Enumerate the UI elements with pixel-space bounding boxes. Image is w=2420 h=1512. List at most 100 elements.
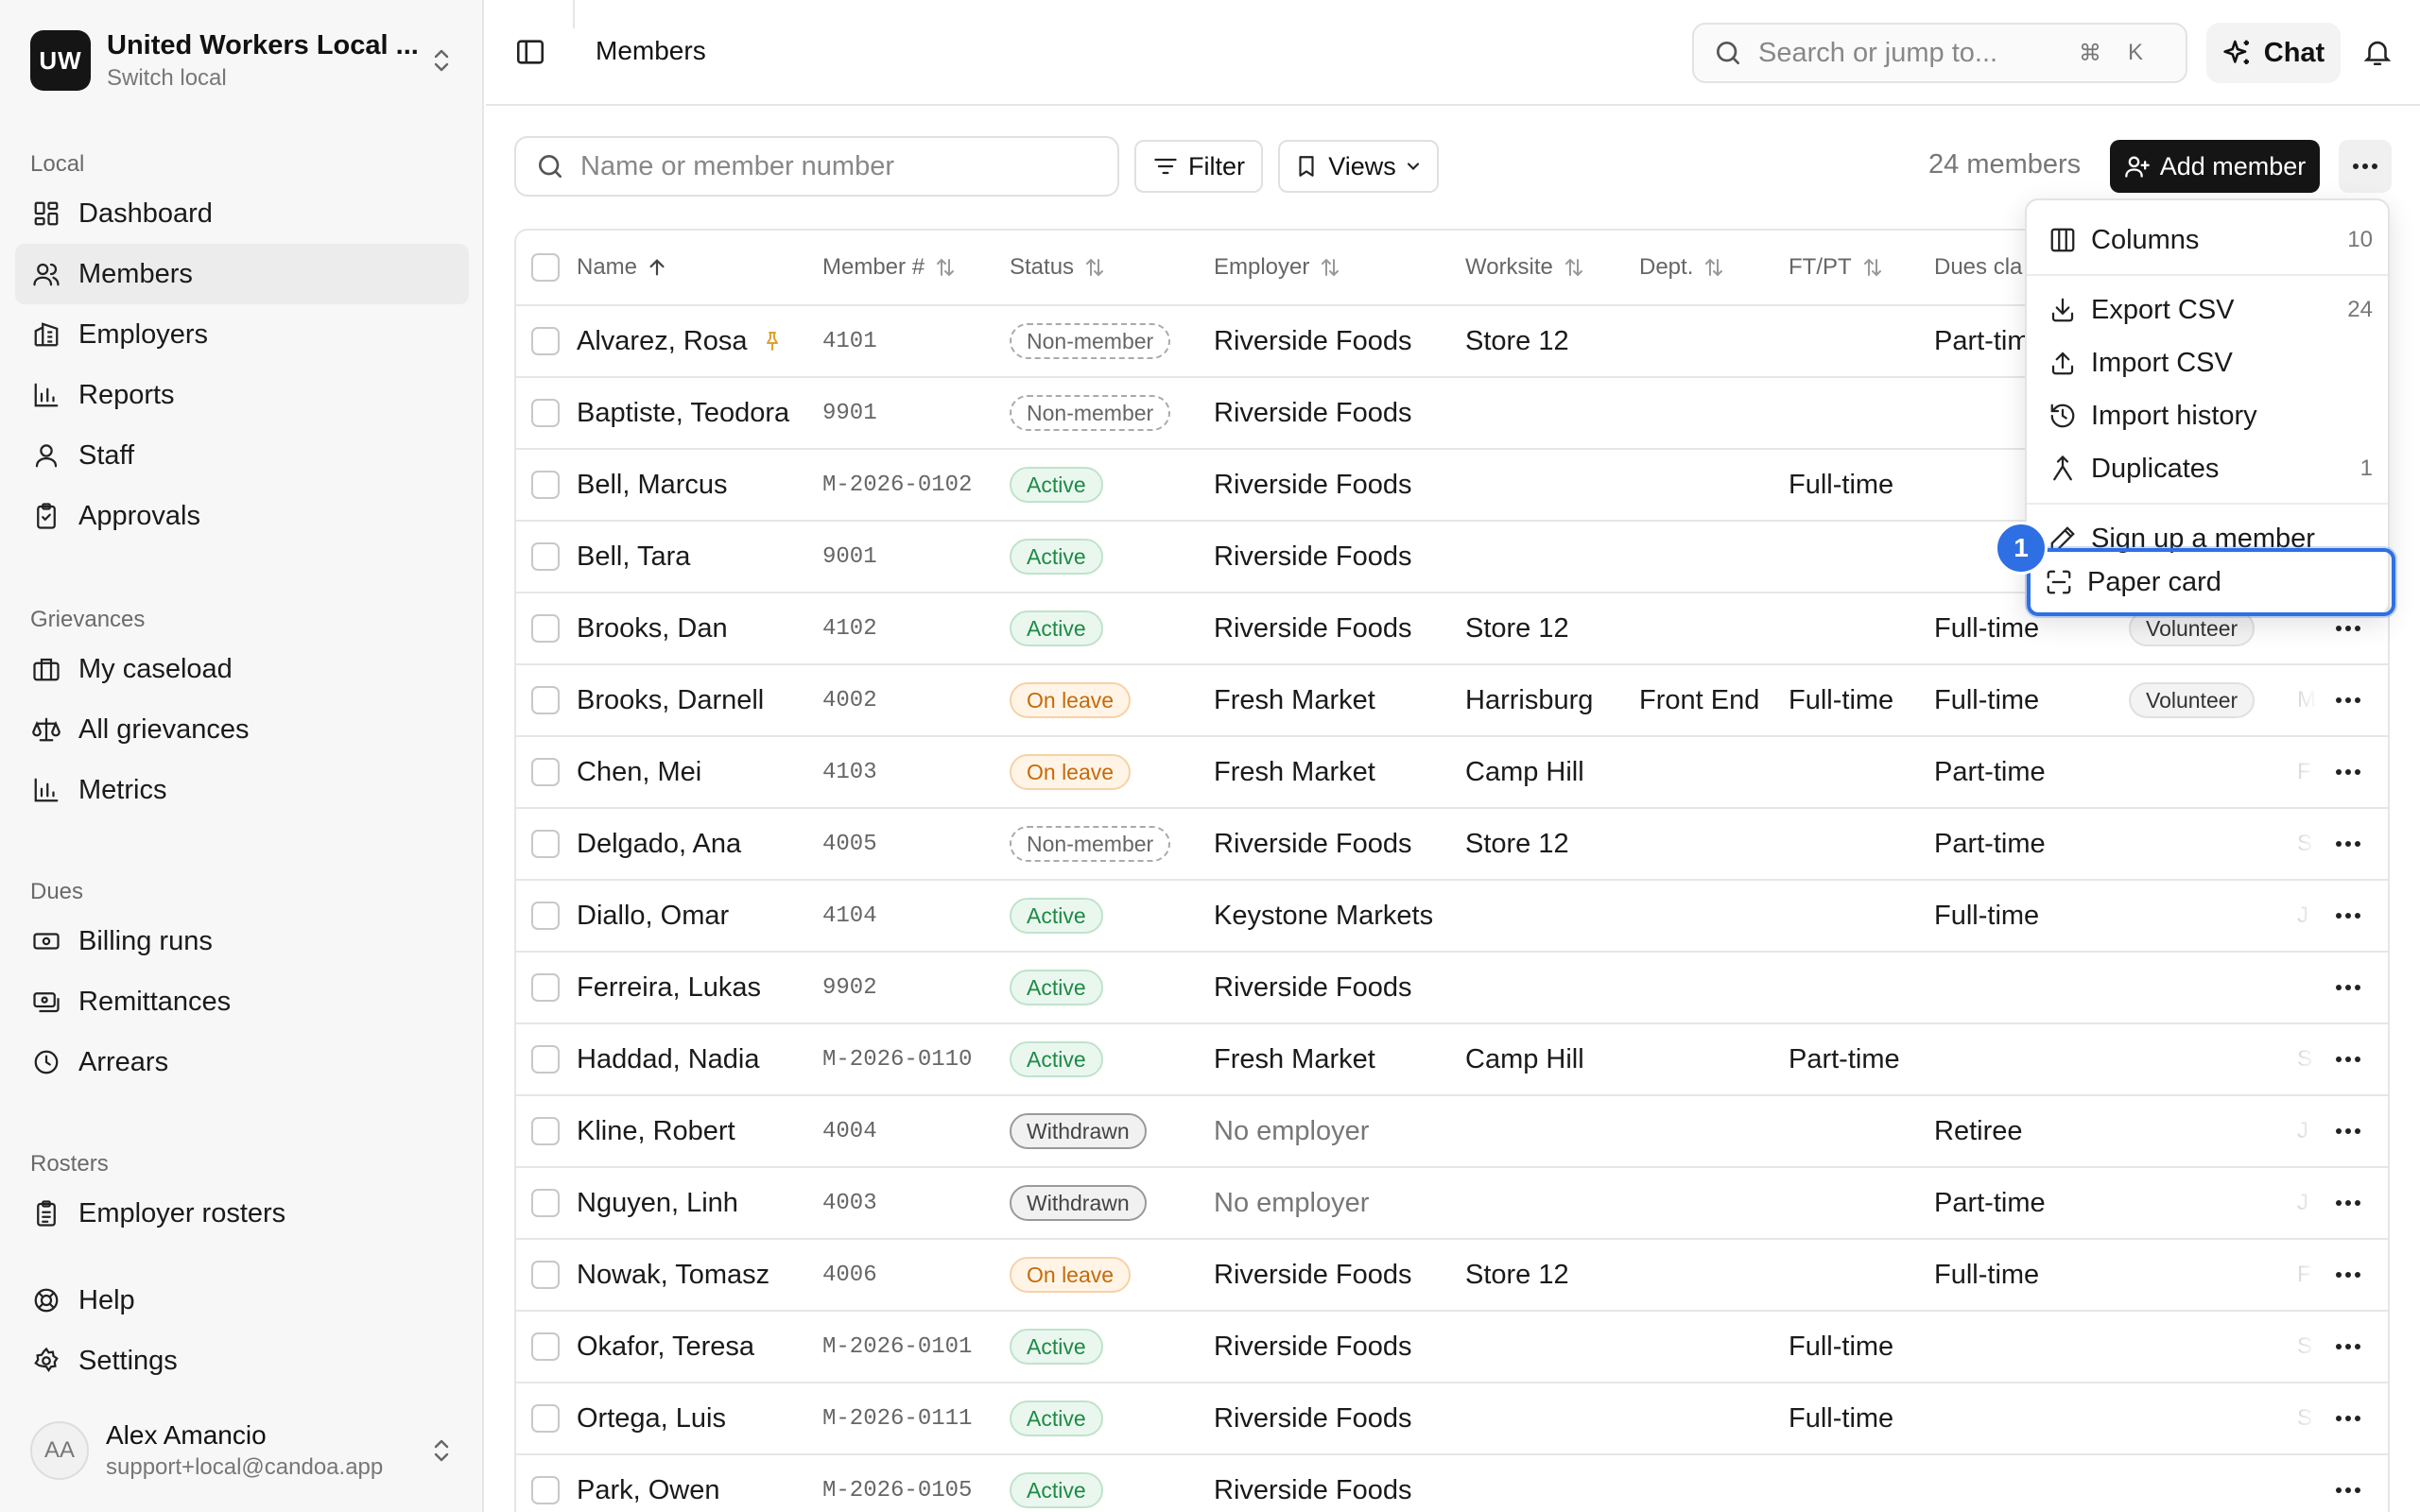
row-checkbox[interactable]: [531, 399, 560, 427]
member-name[interactable]: Nowak, Tomasz: [577, 1260, 769, 1291]
row-actions-button[interactable]: [2318, 665, 2378, 735]
member-name[interactable]: Bell, Tara: [577, 541, 690, 573]
row-checkbox[interactable]: [531, 1261, 560, 1289]
menu-item-export-csv[interactable]: Export CSV 24: [2034, 284, 2382, 336]
member-search-input[interactable]: [580, 150, 1110, 182]
row-checkbox[interactable]: [531, 1476, 560, 1504]
row-actions-button[interactable]: [2318, 1096, 2378, 1166]
member-name-cell[interactable]: Baptiste, Teodora: [577, 378, 822, 448]
menu-item-columns[interactable]: Columns 10: [2034, 214, 2382, 266]
nav-item-billing-runs[interactable]: Billing runs: [15, 911, 469, 971]
row-actions-button[interactable]: [2318, 737, 2378, 807]
nav-item-employers[interactable]: Employers: [15, 304, 469, 365]
table-row[interactable]: Okafor, Teresa M-2026-0101 Active Riverside…: [516, 1312, 2388, 1383]
row-actions-button[interactable]: [2318, 1383, 2378, 1453]
menu-item-paper-card[interactable]: Paper card: [2027, 548, 2395, 616]
views-button[interactable]: Views: [1278, 140, 1439, 193]
table-row[interactable]: Nowak, Tomasz 4006 On leave Riverside Foods…: [516, 1240, 2388, 1312]
member-name[interactable]: Diallo, Omar: [577, 901, 729, 932]
nav-item-dashboard[interactable]: Dashboard: [15, 183, 469, 244]
row-actions-button[interactable]: [2318, 1455, 2378, 1512]
row-actions-button[interactable]: [2318, 809, 2378, 879]
local-switcher[interactable]: UW United Workers Local ... Switch local: [30, 28, 456, 93]
row-actions-button[interactable]: [2318, 953, 2378, 1022]
member-name-cell[interactable]: Haddad, Nadia: [577, 1024, 822, 1094]
row-checkbox[interactable]: [531, 614, 560, 643]
member-name[interactable]: Park, Owen: [577, 1475, 720, 1506]
bell-icon[interactable]: [2361, 36, 2394, 68]
table-row[interactable]: Chen, Mei 4103 On leave Fresh Market Camp Hi…: [516, 737, 2388, 809]
column-header-employer[interactable]: Employer: [1214, 231, 1441, 304]
member-name[interactable]: Brooks, Darnell: [577, 685, 764, 716]
nav-item-metrics[interactable]: Metrics: [15, 760, 469, 820]
menu-item-import-csv[interactable]: Import CSV: [2034, 336, 2382, 389]
member-name-cell[interactable]: Brooks, Dan: [577, 593, 822, 663]
row-actions-button[interactable]: [2318, 1312, 2378, 1382]
row-checkbox[interactable]: [531, 686, 560, 714]
row-checkbox[interactable]: [531, 830, 560, 858]
member-name-cell[interactable]: Kline, Robert: [577, 1096, 822, 1166]
row-actions-button[interactable]: [2318, 1024, 2378, 1094]
row-checkbox[interactable]: [531, 902, 560, 930]
row-actions-button[interactable]: [2318, 881, 2378, 951]
row-checkbox[interactable]: [531, 1332, 560, 1361]
nav-item-settings[interactable]: Settings: [15, 1331, 469, 1391]
nav-item-approvals[interactable]: Approvals: [15, 486, 469, 546]
nav-item-help[interactable]: Help: [15, 1270, 469, 1331]
row-checkbox[interactable]: [531, 1117, 560, 1145]
sidebar-toggle-icon[interactable]: [514, 36, 546, 68]
table-row[interactable]: Park, Owen M-2026-0105 Active Riverside Foo…: [516, 1455, 2388, 1512]
nav-item-members[interactable]: Members: [15, 244, 469, 304]
column-header-member-number[interactable]: Member #: [822, 231, 1002, 304]
member-name-cell[interactable]: Brooks, Darnell: [577, 665, 822, 735]
member-name-cell[interactable]: Bell, Tara: [577, 522, 822, 592]
more-actions-button[interactable]: [2339, 140, 2392, 193]
row-actions-button[interactable]: [2318, 1240, 2378, 1310]
member-name-cell[interactable]: Okafor, Teresa: [577, 1312, 822, 1382]
table-row[interactable]: Ferreira, Lukas 9902 Active Riverside Foods: [516, 953, 2388, 1024]
column-header-status[interactable]: Status: [1010, 231, 1199, 304]
member-name-cell[interactable]: Bell, Marcus: [577, 450, 822, 520]
member-name[interactable]: Ferreira, Lukas: [577, 972, 761, 1004]
table-row[interactable]: Haddad, Nadia M-2026-0110 Active Fresh Mark…: [516, 1024, 2388, 1096]
table-row[interactable]: Diallo, Omar 4104 Active Keystone Markets Fu…: [516, 881, 2388, 953]
column-header-name[interactable]: Name: [577, 231, 804, 304]
menu-item-import-history[interactable]: Import history: [2034, 389, 2382, 442]
member-name-cell[interactable]: Nowak, Tomasz: [577, 1240, 822, 1310]
nav-item-arrears[interactable]: Arrears: [15, 1032, 469, 1092]
nav-item-remittances[interactable]: Remittances: [15, 971, 469, 1032]
member-name[interactable]: Bell, Marcus: [577, 470, 728, 501]
row-checkbox[interactable]: [531, 973, 560, 1002]
row-checkbox[interactable]: [531, 327, 560, 355]
table-row[interactable]: Nguyen, Linh 4003 Withdrawn No employer Part…: [516, 1168, 2388, 1240]
table-row[interactable]: Brooks, Darnell 4002 On leave Fresh Market H…: [516, 665, 2388, 737]
nav-item-all-grievances[interactable]: All grievances: [15, 699, 469, 760]
add-member-button[interactable]: Add member: [2110, 140, 2320, 193]
member-name[interactable]: Brooks, Dan: [577, 613, 728, 644]
global-search-input[interactable]: [1758, 37, 2061, 69]
row-checkbox[interactable]: [531, 471, 560, 499]
row-checkbox[interactable]: [531, 542, 560, 571]
table-row[interactable]: Delgado, Ana 4005 Non-member Riverside Food…: [516, 809, 2388, 881]
member-name[interactable]: Nguyen, Linh: [577, 1188, 738, 1219]
table-row[interactable]: Ortega, Luis M-2026-0111 Active Riverside F…: [516, 1383, 2388, 1455]
member-name[interactable]: Okafor, Teresa: [577, 1332, 754, 1363]
column-header-worksite[interactable]: Worksite: [1465, 231, 1635, 304]
menu-item-duplicates[interactable]: Duplicates 1: [2034, 442, 2382, 495]
column-header-dept[interactable]: Dept.: [1639, 231, 1781, 304]
nav-item-employer-rosters[interactable]: Employer rosters: [15, 1183, 469, 1244]
row-actions-button[interactable]: [2318, 1168, 2378, 1238]
member-name-cell[interactable]: Chen, Mei: [577, 737, 822, 807]
member-name-cell[interactable]: Ferreira, Lukas: [577, 953, 822, 1022]
member-name[interactable]: Delgado, Ana: [577, 829, 741, 860]
member-name[interactable]: Chen, Mei: [577, 757, 701, 788]
member-name-cell[interactable]: Alvarez, Rosa: [577, 306, 822, 376]
filter-button[interactable]: Filter: [1134, 140, 1263, 193]
global-search[interactable]: ⌘ K: [1692, 23, 2187, 83]
member-name[interactable]: Alvarez, Rosa: [577, 326, 748, 357]
row-checkbox[interactable]: [531, 1045, 560, 1074]
chat-button[interactable]: Chat: [2206, 23, 2341, 83]
member-name[interactable]: Ortega, Luis: [577, 1403, 726, 1435]
row-checkbox[interactable]: [531, 1189, 560, 1217]
member-name[interactable]: Haddad, Nadia: [577, 1044, 759, 1075]
